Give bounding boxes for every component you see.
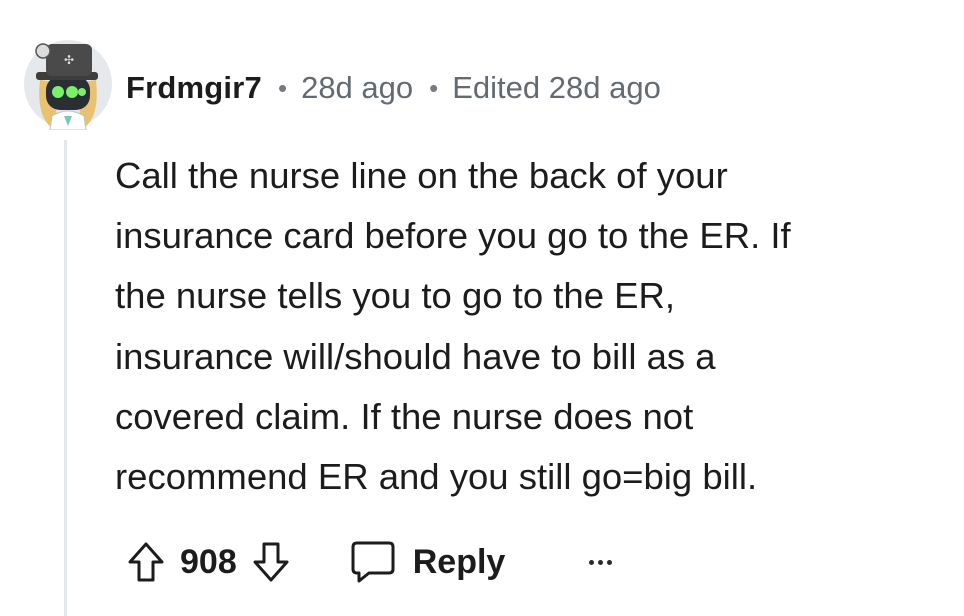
avatar[interactable]: ✣ — [22, 36, 114, 131]
downvote-button[interactable] — [249, 538, 293, 586]
speech-bubble-icon — [351, 541, 395, 583]
more-dots-icon — [589, 559, 595, 565]
vote-score: 908 — [180, 542, 237, 581]
reply-label: Reply — [412, 542, 506, 581]
comment-header: Frdmgir7 • 28d ago • Edited 28d ago — [126, 66, 661, 110]
username-link[interactable]: Frdmgir7 — [126, 70, 262, 106]
separator-dot: • — [277, 72, 288, 103]
more-dots-icon — [598, 559, 604, 565]
avatar-robot-icon: ✣ — [24, 40, 112, 131]
thread-line[interactable] — [64, 140, 67, 616]
downvote-arrow-icon — [253, 542, 289, 582]
edited-label: Edited 28d ago — [452, 70, 661, 105]
timestamp[interactable]: 28d ago — [301, 70, 413, 106]
separator-dot: • — [429, 72, 439, 103]
upvote-button[interactable] — [124, 538, 168, 586]
comment-actions: 908 Reply — [124, 534, 613, 590]
svg-text:✣: ✣ — [64, 53, 74, 67]
upvote-arrow-icon — [128, 542, 164, 582]
more-options-button[interactable] — [589, 538, 613, 586]
more-dots-icon — [607, 559, 613, 565]
comment-body: Call the nurse line on the back of your … — [115, 155, 791, 498]
reply-button[interactable]: Reply — [349, 539, 506, 585]
